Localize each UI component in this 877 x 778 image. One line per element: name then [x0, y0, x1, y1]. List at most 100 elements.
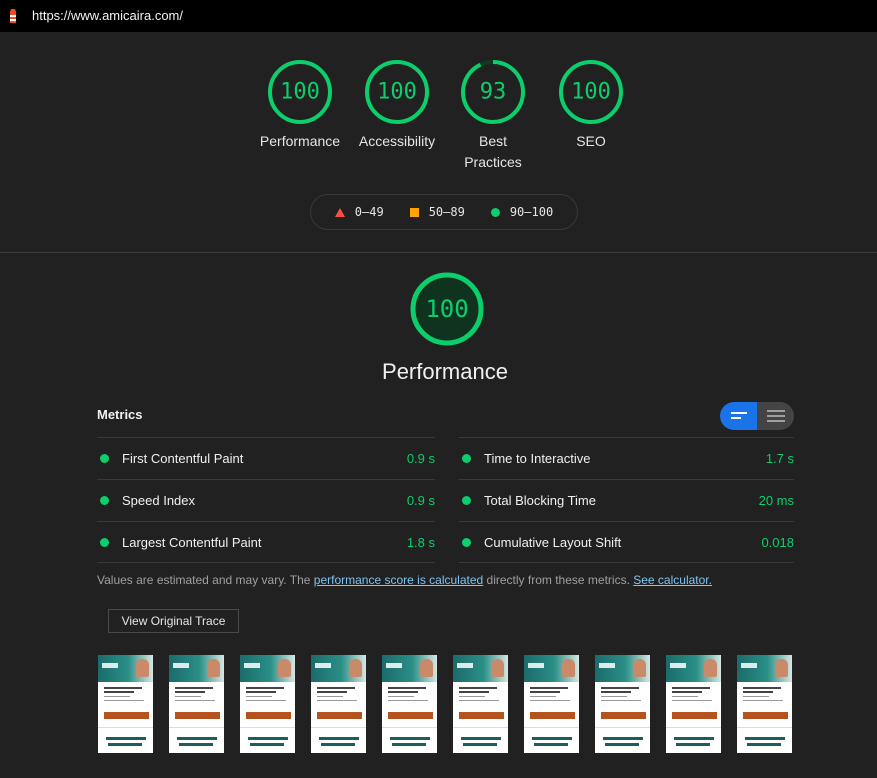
frame-cta-button — [530, 712, 575, 719]
frame-heading-line — [108, 743, 142, 746]
filmstrip-frame — [453, 655, 508, 753]
frame-text-line — [246, 687, 284, 689]
view-original-trace-button[interactable]: View Original Trace — [108, 609, 239, 633]
metric-title: Largest Contentful Paint — [122, 534, 262, 550]
metric-title: First Contentful Paint — [122, 451, 244, 466]
filmstrip-frame — [595, 655, 650, 753]
frame-text-line — [459, 691, 489, 693]
frame-text-line — [459, 696, 485, 697]
metric-title: Total Blocking Time — [484, 493, 596, 508]
metric-value: 0.9 s — [406, 493, 435, 508]
frame-cta-button — [246, 712, 291, 719]
frame-heading-line — [674, 737, 714, 740]
expanded-view-button[interactable] — [757, 402, 794, 430]
metric-title: Time to Interactive — [484, 451, 591, 466]
filmstrip-frame — [382, 655, 437, 753]
legend-average: 50–89 — [409, 205, 465, 219]
frame-hero-image — [169, 655, 224, 682]
frame-text-line — [175, 691, 205, 693]
square-icon — [409, 207, 419, 217]
frame-text-line — [672, 687, 710, 689]
frame-text-line — [104, 696, 130, 697]
frame-text-line — [672, 700, 712, 701]
frame-heading-line — [250, 743, 284, 746]
gauge-accessibility[interactable]: 100 Accessibility — [347, 59, 447, 152]
compact-list-icon — [730, 412, 747, 419]
pass-circle-icon — [462, 537, 471, 547]
gauge-performance[interactable]: 100 Performance — [250, 59, 350, 152]
frame-brand-mark — [528, 663, 544, 668]
gauge-seo[interactable]: 100 SEO — [541, 59, 641, 152]
frame-heading-line — [321, 743, 355, 746]
frame-separator — [524, 727, 579, 728]
frame-brand-mark — [315, 663, 331, 668]
metrics-heading: Metrics — [97, 407, 143, 422]
frame-cta-button — [459, 712, 504, 719]
frame-cta-button — [601, 712, 646, 719]
frame-text-line — [459, 700, 499, 701]
frame-separator — [595, 727, 650, 728]
frame-cta-button — [388, 712, 433, 719]
frame-separator — [311, 727, 366, 728]
circle-icon — [490, 207, 500, 217]
frame-text-line — [601, 696, 627, 697]
pass-circle-icon — [100, 496, 109, 505]
frame-heading-line — [463, 743, 497, 746]
filmstrip — [98, 655, 792, 753]
frame-brand-mark — [173, 663, 189, 668]
metrics-left-column: First Contentful Paint 0.9 s Speed Index… — [97, 437, 435, 563]
frame-person-image — [562, 659, 575, 677]
compact-view-button[interactable] — [720, 402, 757, 430]
frame-separator — [98, 727, 153, 728]
filmstrip-frame — [524, 655, 579, 753]
gauge-label: Performance — [259, 133, 341, 149]
best-practices-gauge-ring: 93 — [461, 60, 525, 124]
performance-category-title: Performance — [382, 359, 508, 384]
frame-heading-line — [461, 737, 501, 740]
metric-value: 1.8 s — [406, 534, 435, 550]
frame-person-image — [207, 659, 220, 677]
filmstrip-frame — [737, 655, 792, 753]
frame-person-image — [704, 659, 717, 677]
metric-first-contentful-paint: First Contentful Paint 0.9 s — [97, 437, 435, 479]
frame-heading-line — [319, 737, 359, 740]
metric-value: 0.018 — [761, 534, 794, 550]
legend-fail: 0–49 — [334, 205, 384, 219]
filmstrip-frame — [311, 655, 366, 753]
metric-speed-index: Speed Index 0.9 s — [97, 479, 435, 521]
frame-cta-button — [175, 712, 220, 719]
frame-person-image — [491, 659, 504, 677]
frame-hero-image — [666, 655, 721, 682]
page-url[interactable]: https://www.amicaira.com/ — [32, 8, 183, 23]
frame-person-image — [633, 659, 646, 677]
frame-text-line — [388, 696, 414, 697]
frame-person-image — [420, 659, 433, 677]
frame-text-line — [601, 700, 641, 701]
frame-heading-line — [603, 737, 643, 740]
disclaimer-text-middle: directly from these metrics. — [483, 573, 634, 587]
metric-value: 0.9 s — [406, 451, 435, 466]
frame-separator — [240, 727, 295, 728]
disclaimer-text: Values are estimated and may vary. The — [97, 573, 314, 587]
gauge-best-practices[interactable]: 93 Best Practices — [452, 59, 534, 173]
metric-total-blocking-time: Total Blocking Time 20 ms — [459, 479, 794, 521]
expanded-list-icon — [766, 410, 785, 422]
lighthouse-logo-icon — [10, 9, 16, 23]
frame-text-line — [175, 700, 215, 701]
frame-heading-line — [745, 737, 785, 740]
metric-value: 1.7 s — [765, 451, 794, 466]
metric-value: 20 ms — [758, 493, 794, 508]
frame-heading-line — [390, 737, 430, 740]
frame-heading-line — [747, 743, 781, 746]
frame-person-image — [775, 659, 788, 677]
frame-cta-button — [104, 712, 149, 719]
score-scale-legend: 0–49 50–89 90–100 — [310, 194, 578, 230]
gauge-label: Best Practices — [464, 133, 522, 170]
frame-person-image — [349, 659, 362, 677]
frame-separator — [737, 727, 792, 728]
metrics-view-toggle[interactable] — [720, 402, 794, 430]
frame-text-line — [104, 691, 134, 693]
see-calculator-link[interactable]: See calculator. — [633, 573, 712, 587]
score-calculation-link[interactable]: performance score is calculated — [314, 573, 483, 587]
frame-hero-image — [311, 655, 366, 682]
